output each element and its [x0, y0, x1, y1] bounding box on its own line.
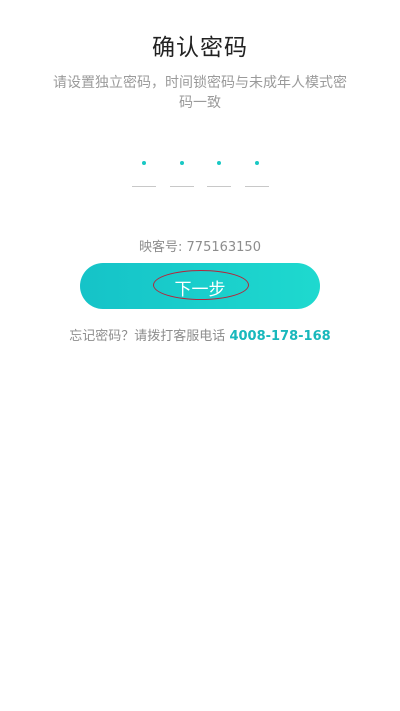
page-subtitle: 请设置独立密码，时间锁密码与未成年人模式密码一致 [53, 75, 347, 111]
pin-dot [180, 161, 184, 165]
pin-slot-4[interactable] [245, 150, 269, 190]
forgot-password-help: 忘记密码？请拨打客服电话 4008-178-168 [0, 325, 400, 344]
pin-underline [207, 186, 231, 187]
next-button[interactable]: 下一步 [80, 263, 320, 309]
page-title: 确认密码 [152, 35, 248, 61]
pin-slot-3[interactable] [207, 150, 231, 190]
pin-underline [132, 186, 156, 187]
account-id: 映客号: 775163150 [139, 240, 261, 255]
pin-underline [170, 186, 194, 187]
pin-dot [255, 161, 259, 165]
pin-slot-1[interactable] [132, 150, 156, 190]
pin-slot-2[interactable] [170, 150, 194, 190]
next-button-label: 下一步 [174, 280, 226, 299]
help-text: 忘记密码？请拨打客服电话 [69, 329, 230, 344]
pin-underline [245, 186, 269, 187]
pin-input[interactable] [0, 150, 400, 192]
pin-dot [142, 161, 146, 165]
confirm-password-page: 确认密码 请设置独立密码，时间锁密码与未成年人模式密码一致 映客号: 77516… [0, 0, 400, 711]
pin-dot [217, 161, 221, 165]
hotline-link[interactable]: 4008-178-168 [229, 329, 330, 344]
